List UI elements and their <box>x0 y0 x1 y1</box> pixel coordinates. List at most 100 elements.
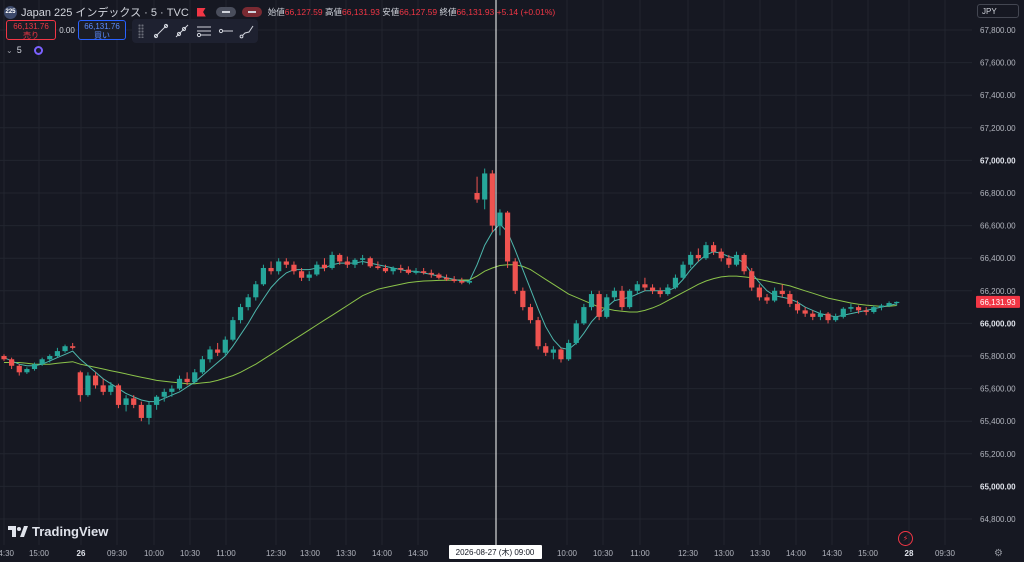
candle <box>871 305 877 314</box>
time-tick-label: 14:00 <box>786 549 807 558</box>
candle <box>428 269 434 278</box>
spread-value: 0.00 <box>59 26 75 35</box>
trend-line-icon[interactable] <box>150 21 172 41</box>
time-tick-label: 12:30 <box>678 549 699 558</box>
path-tool-icon[interactable] <box>236 21 258 41</box>
candle <box>779 284 785 298</box>
candle <box>817 310 824 321</box>
candle <box>291 261 297 275</box>
time-tick-label: 15:00 <box>858 549 879 558</box>
crosshair-time-text: 2026-08-27 (木) 09:00 <box>456 547 535 557</box>
candle <box>688 251 694 268</box>
low-label: 安値 <box>382 7 400 17</box>
candle <box>230 316 236 342</box>
candle <box>535 316 541 350</box>
crosshair-time-label: 2026-08-27 (木) 09:00 <box>449 545 542 559</box>
time-tick-label: 14:30 <box>0 549 15 558</box>
candle <box>642 277 648 291</box>
candle <box>253 281 259 301</box>
price-axis[interactable]: 67,800.00 67,600.00 67,400.00 67,200.00 67,0… <box>980 26 1016 524</box>
time-tick-label: 15:00 <box>29 549 50 558</box>
candle <box>108 382 114 396</box>
price-tick-label: 66,800.00 <box>980 189 1016 198</box>
candle <box>878 303 885 311</box>
candle <box>138 401 144 422</box>
candle <box>62 344 68 353</box>
candle <box>756 284 762 301</box>
candle <box>619 285 625 311</box>
hide-minus-icon[interactable] <box>215 7 236 17</box>
symbol-badge: 225 <box>4 5 17 19</box>
candle <box>329 251 335 270</box>
price-tick-label: 64,800.00 <box>980 515 1016 524</box>
lightning-icon[interactable]: ⚡ <box>898 531 913 546</box>
interval-selector[interactable]: ⌄ 5 <box>6 45 43 55</box>
candle <box>85 372 91 397</box>
candle <box>497 209 503 236</box>
flag-icon[interactable] <box>196 7 206 17</box>
horizontal-ray-icon[interactable] <box>215 21 237 41</box>
buy-button[interactable]: 66,131.76 買い <box>78 20 126 40</box>
time-tick-label: 09:30 <box>935 549 956 558</box>
candle <box>123 395 129 412</box>
time-tick-label: 14:30 <box>408 549 429 558</box>
price-tick-label: 65,400.00 <box>980 417 1016 426</box>
tradingview-logo[interactable]: TradingView <box>8 524 108 539</box>
candle <box>657 287 663 298</box>
candle <box>154 395 160 410</box>
chevron-down-icon: ⌄ <box>6 45 13 55</box>
candle <box>489 170 495 233</box>
candle <box>581 303 587 326</box>
ma-short-line <box>3 223 897 403</box>
candle <box>634 281 640 295</box>
drag-handle-icon[interactable] <box>138 24 144 38</box>
candle <box>718 248 724 262</box>
candle <box>703 241 709 260</box>
candle <box>848 303 854 312</box>
candle <box>77 370 83 402</box>
candle <box>810 310 816 321</box>
candle <box>558 347 564 363</box>
interval-value: 5 <box>16 45 22 55</box>
price-tick-label: 66,400.00 <box>980 254 1016 263</box>
indicator-ring-icon[interactable] <box>33 45 43 55</box>
candle <box>398 264 404 273</box>
symbol-title[interactable]: Japan 225 インデックス · 5 · TVC <box>21 4 189 20</box>
candle <box>512 258 518 295</box>
candle <box>451 276 457 283</box>
sell-button[interactable]: 66,131.76 売り <box>6 20 56 40</box>
change-value: +5.14 (+0.01%) <box>496 7 556 17</box>
sell-label: 売り <box>23 31 39 40</box>
candle <box>360 254 366 265</box>
candle <box>459 277 465 285</box>
chart-canvas[interactable]: 67,800.00 67,600.00 67,400.00 67,200.00 67,0… <box>0 0 1024 562</box>
time-tick-label: 13:30 <box>336 549 357 558</box>
close-value: 66,131.93 <box>456 7 495 17</box>
price-tick-label: 66,000.00 <box>980 319 1016 328</box>
time-tick-label: 09:30 <box>107 549 128 558</box>
price-tick-label: 66,200.00 <box>980 287 1016 296</box>
candle <box>321 258 328 272</box>
ray-line-icon[interactable] <box>172 21 194 41</box>
time-tick-label: 11:00 <box>630 549 650 558</box>
candle <box>176 375 183 391</box>
candle <box>474 176 480 203</box>
buy-label: 買い <box>94 31 110 40</box>
price-tick-label: 66,600.00 <box>980 222 1016 231</box>
time-tick-label: 28 <box>905 549 914 558</box>
currency-selector[interactable]: JPY <box>977 4 1019 18</box>
more-icon[interactable] <box>241 7 262 17</box>
drawing-toolbar <box>132 19 258 43</box>
moving-average-short <box>3 223 897 403</box>
price-tick-label: 67,800.00 <box>980 26 1016 35</box>
candle <box>70 342 76 350</box>
candle <box>894 301 900 306</box>
gear-icon[interactable]: ⚙ <box>994 548 1003 559</box>
candle <box>772 287 778 303</box>
time-tick-label: 14:30 <box>822 549 843 558</box>
price-tick-label: 67,000.00 <box>980 156 1016 165</box>
candle <box>169 385 175 397</box>
candle <box>115 383 122 409</box>
parallel-channel-icon[interactable] <box>193 21 215 41</box>
candle <box>283 258 289 268</box>
